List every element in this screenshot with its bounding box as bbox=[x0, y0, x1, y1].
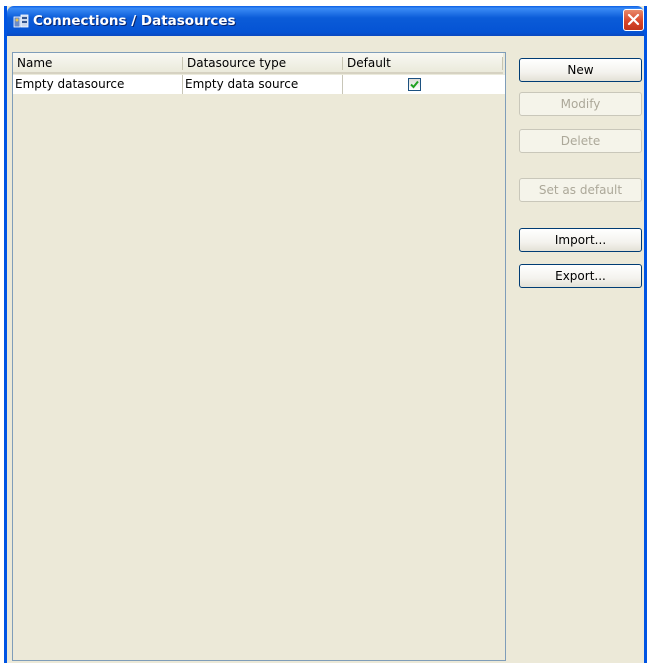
close-icon bbox=[627, 13, 640, 26]
table-header: Name Datasource type Default bbox=[13, 53, 505, 75]
column-header-default[interactable]: Default bbox=[343, 53, 503, 74]
cell-default bbox=[343, 75, 503, 94]
table-row[interactable]: Empty datasource Empty data source bbox=[13, 75, 505, 95]
column-header-name[interactable]: Name bbox=[13, 53, 183, 74]
close-button[interactable] bbox=[623, 9, 644, 31]
title-bar[interactable]: Connections / Datasources bbox=[7, 6, 644, 36]
datasource-table[interactable]: Name Datasource type Default Empty datas… bbox=[12, 52, 506, 661]
cell-datasource-type: Empty data source bbox=[183, 75, 343, 94]
modify-button[interactable]: Modify bbox=[519, 92, 642, 116]
delete-button[interactable]: Delete bbox=[519, 129, 642, 153]
export-button[interactable]: Export... bbox=[519, 264, 642, 288]
window-title: Connections / Datasources bbox=[33, 13, 236, 29]
set-as-default-button[interactable]: Set as default bbox=[519, 178, 642, 202]
new-button[interactable]: New bbox=[519, 58, 642, 82]
column-header-datasource-type[interactable]: Datasource type bbox=[183, 53, 343, 74]
import-button[interactable]: Import... bbox=[519, 228, 642, 252]
checkmark-icon bbox=[410, 80, 419, 89]
dialog-window: Connections / Datasources Name Datasourc… bbox=[4, 6, 647, 663]
database-connection-icon bbox=[13, 14, 30, 29]
cell-name: Empty datasource bbox=[13, 75, 183, 94]
default-checkbox[interactable] bbox=[408, 78, 421, 91]
